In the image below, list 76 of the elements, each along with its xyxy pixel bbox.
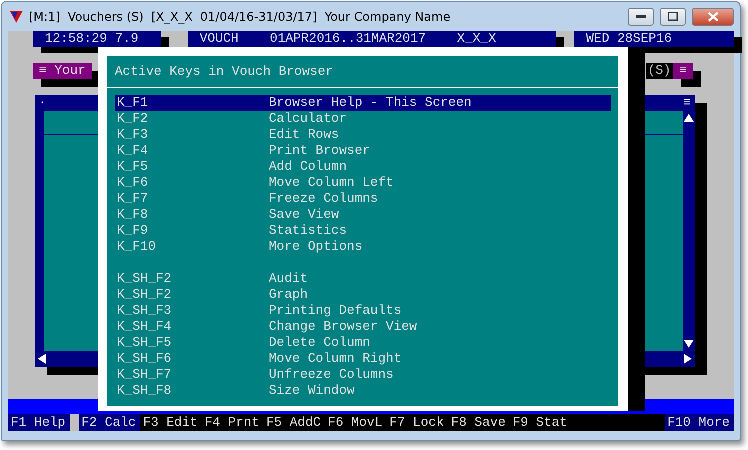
scroll-right-icon[interactable] [683,354,693,364]
key-list-item[interactable]: K_SH_F2 Audit [115,271,611,287]
key-action: Freeze Columns [268,191,380,207]
key-name: K_F2 [116,111,150,127]
menu-mark[interactable]: ≡ [684,95,691,111]
key-name: K_F8 [116,207,150,223]
key-action: Graph [268,287,310,303]
key-action: Move Column Left [268,175,395,191]
key-name: K_F10 [116,239,158,255]
key-action: Delete Column [268,335,372,351]
key-name: K_F6 [116,175,150,191]
close-icon [708,12,718,22]
key-list-item[interactable]: K_SH_F7 Unfreeze Columns [115,367,611,383]
browser-menu-tab[interactable]: ≡ [673,63,694,79]
key-list-item[interactable]: K_F8 Save View [115,207,611,223]
key-action: Save View [268,207,340,223]
key-list-item[interactable]: K_F5 Add Column [115,159,611,175]
function-key[interactable]: F10 More [664,414,734,431]
key-name: K_SH_F4 [116,319,173,335]
key-list-item[interactable]: K_SH_F3 Printing Defaults [115,303,611,319]
key-list-item[interactable]: K_SH_F6 Move Column Right [115,351,611,367]
maximize-button[interactable] [660,8,686,26]
key-name: K_F4 [116,143,150,159]
window-title: [M:1] Vouchers (S) [X_X_X 01/04/16-31/03/17] Your Company Name [29,10,452,24]
function-key[interactable]: F1 Help [8,414,70,431]
status-field: 12:58:29 7.9 [33,31,161,47]
minimize-icon [636,14,646,18]
key-list-item[interactable]: K_F6 Move Column Left [115,175,611,191]
key-name: K_F9 [116,223,150,239]
key-name: K_F5 [116,159,150,175]
corner-mark: · [39,95,46,111]
key-list-item[interactable]: K_F7 Freeze Columns [115,191,611,207]
key-name: K_SH_F7 [116,367,173,383]
key-list-item[interactable]: K_SH_F8 Size Window [115,383,611,399]
key-list-item[interactable]: K_SH_F2 Graph [115,287,611,303]
key-list-item[interactable]: K_F3 Edit Rows [115,127,611,143]
key-action: Browser Help - This Screen [268,95,473,111]
key-name: K_SH_F8 [116,383,173,399]
scroll-left-icon[interactable] [37,354,47,364]
scroll-up-icon[interactable] [684,113,694,123]
key-name: K_SH_F6 [116,351,173,367]
key-name: K_SH_F2 [116,287,173,303]
key-action: Statistics [268,223,348,239]
status-field: VOUCH 01APR2016..31MAR2017 X_X_X [188,31,556,47]
key-action: Add Column [268,159,348,175]
scroll-down-icon[interactable] [684,339,694,349]
key-action: Audit [268,271,310,287]
function-key[interactable]: F2 Calc [78,414,140,431]
key-action: Size Window [268,383,356,399]
dialog-title: Active Keys in Vouch Browser [114,63,334,81]
key-action: Calculator [268,111,348,127]
key-list-item[interactable]: K_SH_F5 Delete Column [115,335,611,351]
key-name: K_F1 [116,95,150,111]
key-name: K_SH_F5 [116,335,173,351]
key-list-item[interactable]: K_F10 More Options [115,239,611,255]
key-list-item[interactable]: K_F4 Print Browser [115,143,611,159]
key-action: Move Column Right [268,351,403,367]
key-action: Edit Rows [268,127,340,143]
minimize-button[interactable] [628,8,654,26]
key-name: K_SH_F3 [116,303,173,319]
key-action: Print Browser [268,143,372,159]
key-list-item[interactable]: K_F2 Calculator [115,111,611,127]
close-button[interactable] [692,8,734,26]
status-field: WED 28SEP16 [574,31,734,47]
key-action: Change Browser View [268,319,418,335]
triangle-logo-icon [10,10,23,22]
key-list-item[interactable]: K_SH_F4 Change Browser View [115,319,611,335]
maximize-icon [668,12,678,21]
key-action: Printing Defaults [268,303,403,319]
key-name: K_F7 [116,191,150,207]
key-list-item[interactable]: K_F9 Statistics [115,223,611,239]
key-action: Unfreeze Columns [268,367,395,383]
key-action: More Options [268,239,364,255]
key-name: K_F3 [116,127,150,143]
key-list-item[interactable]: K_F1 Browser Help - This Screen [115,95,611,111]
key-name: K_SH_F2 [116,271,173,287]
